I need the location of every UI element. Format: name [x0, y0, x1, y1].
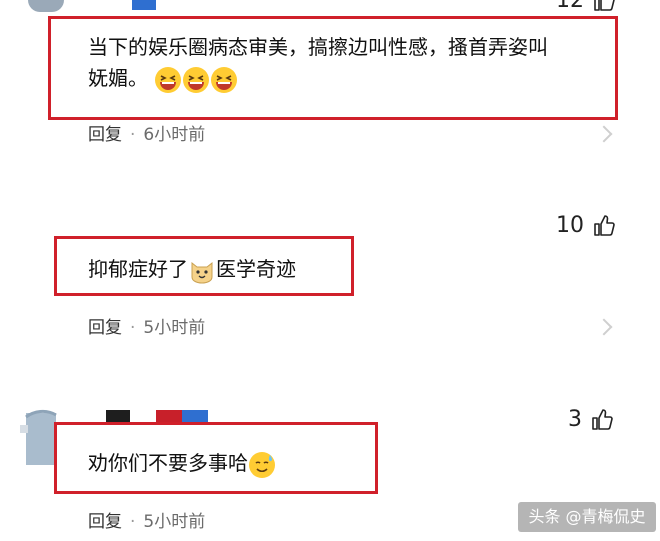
comment-meta: 回复 · 5小时前 — [88, 318, 206, 338]
comment-text: 劝你们不要多事哈 — [88, 446, 276, 480]
timestamp: 5小时前 — [143, 318, 206, 338]
avatar-partial[interactable] — [28, 0, 64, 12]
reply-button[interactable]: 回复 — [88, 318, 122, 338]
laughing-emoji-icon — [155, 66, 182, 93]
comment-meta: 回复 · 6小时前 — [88, 125, 206, 145]
sweat-smile-emoji-icon — [249, 451, 275, 478]
laughing-emoji-icon — [183, 66, 210, 93]
like-count: 3 — [568, 407, 582, 432]
laughing-emoji-icon — [211, 66, 238, 93]
chevron-right-icon[interactable] — [595, 125, 613, 143]
like-count: 12 — [556, 0, 584, 13]
comment-text: 抑郁症好了 医学奇迹 — [88, 252, 296, 286]
timestamp: 5小时前 — [143, 512, 206, 532]
cat-emoji-icon — [191, 261, 213, 284]
like-button[interactable]: 3 — [568, 407, 614, 432]
reply-button[interactable]: 回复 — [88, 512, 122, 532]
like-button[interactable]: 12 — [556, 0, 616, 13]
thumbs-up-icon — [592, 408, 613, 430]
chevron-right-icon[interactable] — [595, 318, 613, 336]
timestamp: 6小时前 — [143, 125, 206, 145]
watermark: 头条 @青梅侃史 — [518, 502, 656, 532]
comment-meta: 回复 · 5小时前 — [88, 512, 206, 532]
comment-text-line2: 妩媚。 — [88, 61, 238, 95]
thumbs-up-icon — [594, 214, 615, 236]
like-button[interactable]: 10 — [556, 213, 616, 238]
like-count: 10 — [556, 213, 584, 238]
reply-button[interactable]: 回复 — [88, 125, 122, 145]
username-redaction — [132, 0, 156, 10]
comment-text: 当下的娱乐圈病态审美，搞擦边叫性感，搔首弄姿叫 — [88, 35, 548, 59]
thumbs-up-icon — [594, 0, 615, 11]
